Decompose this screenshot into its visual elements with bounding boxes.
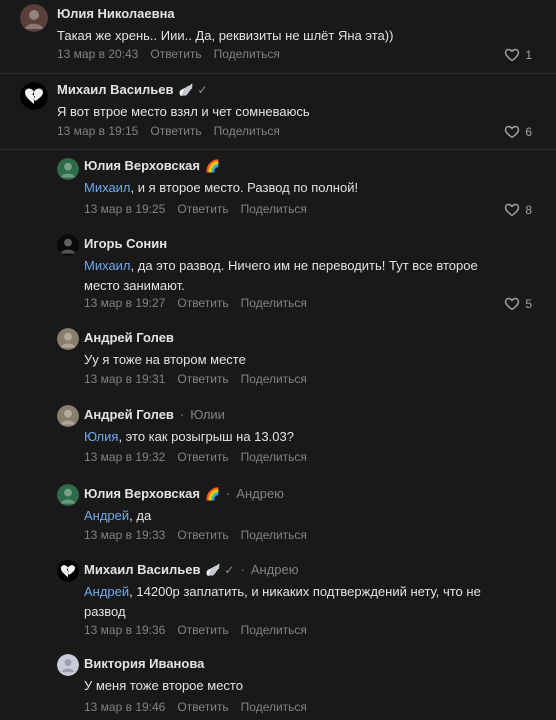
reply-comment: Юлия Верховская 🌈 Михаил, и я второе место…: [0, 150, 556, 226]
comment-date[interactable]: 13 мар в 19:46: [84, 700, 165, 714]
avatar[interactable]: [57, 405, 79, 427]
avatar[interactable]: [57, 484, 79, 506]
like-count: 5: [525, 297, 532, 311]
comment-text: Такая же хрень.. Иии.. Да, реквизиты не …: [57, 28, 394, 43]
heart-icon: [505, 203, 520, 217]
emoji-badge: 🌈: [204, 486, 220, 501]
author-name[interactable]: Андрей Голев: [84, 330, 174, 345]
reply-button[interactable]: Ответить: [150, 124, 201, 138]
comment: Михаил Васильев 🪽 ✓ Я вот втрое место взял …: [0, 74, 556, 150]
reply-button[interactable]: Ответить: [177, 700, 228, 714]
reply-button[interactable]: Ответить: [150, 47, 201, 61]
share-button[interactable]: Поделиться: [241, 623, 307, 637]
reply-button[interactable]: Ответить: [177, 372, 228, 386]
comment-text: Я вот втрое место взял и чет сомневаюсь: [57, 104, 310, 119]
reply-comment: Андрей Голев Уу я тоже на втором месте 13 …: [0, 318, 556, 394]
reply-to-name[interactable]: Юлии: [190, 407, 225, 422]
author-name[interactable]: Андрей Голев: [84, 407, 174, 422]
reply-comment: Михаил Васильев 🪽 ✓ · Андрею Андрей, 14200р з…: [0, 552, 556, 648]
author-name[interactable]: Игорь Сонин: [84, 236, 167, 251]
reply-comment: Игорь Сонин Михаил, да это развод. Ничего…: [0, 226, 556, 318]
comment-text: Михаил, да это развод. Ничего им не пере…: [84, 258, 478, 293]
reply-button[interactable]: Ответить: [177, 202, 228, 216]
emoji-badge: 🌈: [204, 158, 220, 173]
heart-icon: [505, 48, 520, 62]
mention-link[interactable]: Юлия: [84, 429, 118, 444]
reply-button[interactable]: Ответить: [177, 528, 228, 542]
share-button[interactable]: Поделиться: [241, 372, 307, 386]
share-button[interactable]: Поделиться: [241, 528, 307, 542]
share-button[interactable]: Поделиться: [241, 202, 307, 216]
share-button[interactable]: Поделиться: [241, 700, 307, 714]
share-button[interactable]: Поделиться: [214, 47, 280, 61]
comment-text: Михаил, и я второе место. Развод по полн…: [84, 180, 359, 195]
avatar[interactable]: [20, 82, 48, 110]
author-name[interactable]: Юлия Верховская: [84, 486, 200, 501]
checkmark-icon: ✓: [224, 562, 235, 577]
emoji-badge: 🪽: [205, 562, 221, 577]
share-button[interactable]: Поделиться: [214, 124, 280, 138]
like-button[interactable]: 5: [504, 296, 532, 312]
reply-button[interactable]: Ответить: [177, 450, 228, 464]
reply-comment: Андрей Голев · Юлии Юлия, это как розыгрыш …: [0, 394, 556, 472]
comment: Юлия Николаевна Такая же хрень.. Иии.. Да…: [0, 0, 556, 74]
comment-text: Андрей, 14200р заплатить, и никаких подт…: [84, 584, 481, 619]
reply-to-name[interactable]: Андрею: [236, 486, 284, 501]
avatar[interactable]: [57, 234, 79, 256]
mention-link[interactable]: Михаил: [84, 258, 131, 273]
comment-text: Юлия, это как розыгрыш на 13.03?: [84, 429, 294, 444]
mention-link[interactable]: Михаил: [84, 180, 131, 195]
reply-comment: Юлия Верховская 🌈 · Андрею Андрей, да 13 мар …: [0, 472, 556, 552]
mention-link[interactable]: Андрей: [84, 584, 129, 599]
comment-date[interactable]: 13 мар в 19:33: [84, 528, 165, 542]
comment-date[interactable]: 13 мар в 19:27: [84, 296, 165, 310]
avatar[interactable]: [20, 4, 48, 32]
comment-text: Уу я тоже на втором месте: [84, 352, 246, 367]
reply-to-name[interactable]: Андрею: [251, 562, 299, 577]
author-name[interactable]: Михаил Васильев: [57, 82, 173, 97]
like-count: 8: [525, 203, 532, 217]
comment-date[interactable]: 13 мар в 19:32: [84, 450, 165, 464]
share-button[interactable]: Поделиться: [241, 296, 307, 310]
separator-dot: ·: [179, 407, 185, 422]
like-button[interactable]: 6: [504, 124, 532, 140]
avatar[interactable]: [57, 654, 79, 676]
avatar[interactable]: [57, 560, 79, 582]
like-count: 6: [525, 125, 532, 139]
avatar[interactable]: [57, 158, 79, 180]
comment-date[interactable]: 13 мар в 19:15: [57, 124, 138, 138]
reply-button[interactable]: Ответить: [177, 296, 228, 310]
like-button[interactable]: 1: [504, 47, 532, 63]
comment-date[interactable]: 13 мар в 19:31: [84, 372, 165, 386]
comment-text: У меня тоже второе место: [84, 678, 243, 693]
heart-icon: [505, 125, 520, 139]
checkmark-icon: ✓: [197, 82, 208, 97]
comment-date[interactable]: 13 мар в 19:25: [84, 202, 165, 216]
emoji-badge: 🪽: [178, 82, 194, 97]
author-name[interactable]: Михаил Васильев: [84, 562, 200, 577]
reply-button[interactable]: Ответить: [177, 623, 228, 637]
author-name[interactable]: Юлия Николаевна: [57, 6, 175, 21]
separator-dot: ·: [240, 562, 245, 577]
mention-link[interactable]: Андрей: [84, 508, 129, 523]
separator-dot: ·: [225, 486, 231, 501]
share-button[interactable]: Поделиться: [241, 450, 307, 464]
like-button[interactable]: 8: [504, 202, 532, 218]
heart-icon: [505, 297, 520, 311]
comment-date[interactable]: 13 мар в 19:36: [84, 623, 165, 637]
avatar[interactable]: [57, 328, 79, 350]
comments-feed: Юлия Николаевна Такая же хрень.. Иии.. Да…: [0, 0, 556, 720]
like-count: 1: [525, 48, 532, 62]
author-name[interactable]: Юлия Верховская: [84, 158, 200, 173]
comment-date[interactable]: 13 мар в 20:43: [57, 47, 138, 61]
author-name[interactable]: Виктория Иванова: [84, 656, 204, 671]
reply-comment: Виктория Иванова У меня тоже второе место…: [0, 648, 556, 720]
comment-text: Андрей, да: [84, 508, 152, 523]
